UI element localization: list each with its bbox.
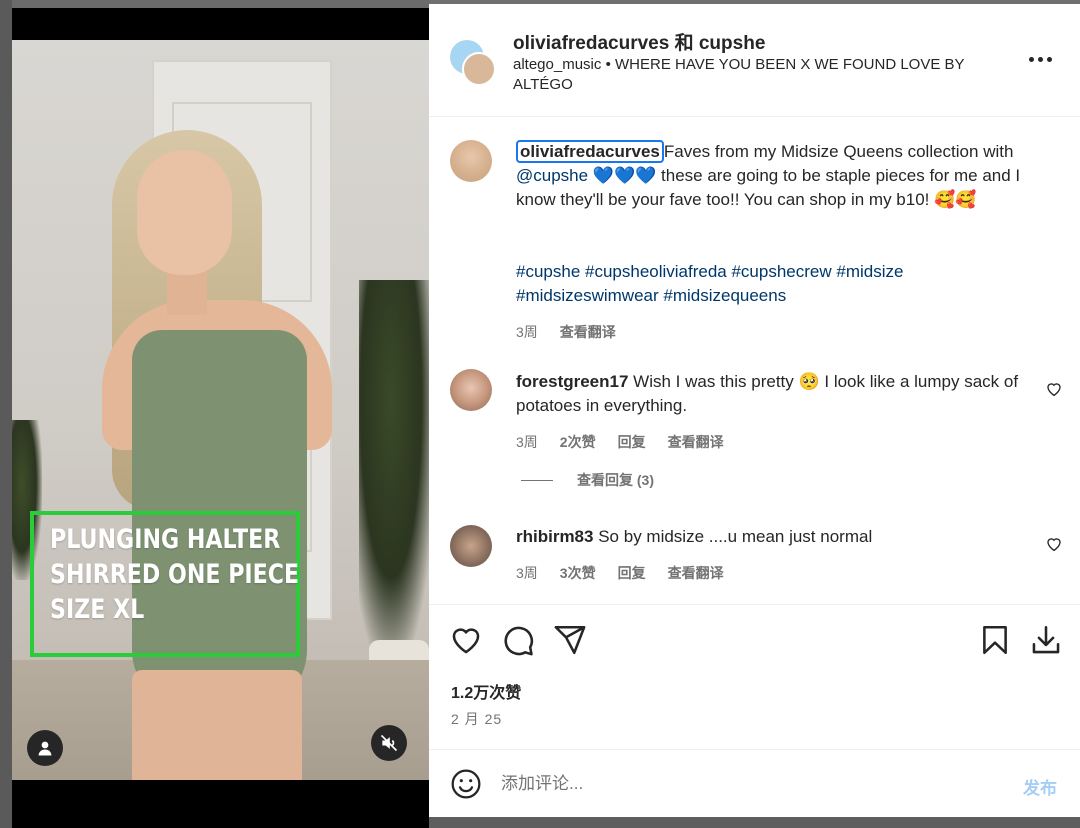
hashtags-line-2[interactable]: #midsizeswimwear #midsizequeens	[516, 284, 1036, 308]
mention-cupshe[interactable]: @cupshe	[516, 166, 588, 185]
comment-likes[interactable]: 3次赞	[560, 563, 596, 583]
audio-info[interactable]: altego_music • WHERE HAVE YOU BEEN X WE …	[513, 55, 1003, 95]
caption-body-1: Faves from my Midsize Queens collection …	[663, 142, 1014, 161]
comment-text: forestgreen17 Wish I was this pretty 🥺 I…	[516, 370, 1036, 418]
comment-icon[interactable]	[501, 623, 535, 657]
comment-translate[interactable]: 查看翻译	[668, 563, 724, 583]
mute-button[interactable]	[371, 725, 407, 761]
comment-reply[interactable]: 回复	[618, 432, 646, 452]
hashtags-line-1[interactable]: #cupshe #cupsheoliviafreda #cupshecrew #…	[516, 260, 1036, 284]
post-sidebar: oliviafredacurves 和 cupshe altego_music …	[429, 4, 1080, 817]
avatar-oliviafredacurves	[462, 52, 496, 86]
comment-likes[interactable]: 2次赞	[560, 432, 596, 452]
tagged-people-button[interactable]	[27, 730, 63, 766]
likes-count[interactable]: 1.2万次赞	[451, 679, 521, 703]
caption-hashtags: #cupshe #cupsheoliviafreda #cupshecrew #…	[516, 260, 1036, 308]
comment-time[interactable]: 3周	[516, 563, 538, 583]
heart-icon[interactable]	[1045, 535, 1063, 553]
video-overlay-text: PLUNGING HALTER SHIRRED ONE PIECE SIZE X…	[50, 522, 299, 627]
audio-user[interactable]: altego_music	[513, 56, 601, 73]
caption-hearts: 💙💙💙	[588, 166, 657, 185]
post-authors[interactable]: oliviafredacurves 和 cupshe	[513, 28, 765, 55]
caption-time[interactable]: 3周	[516, 322, 538, 342]
overlay-line-1: PLUNGING HALTER	[50, 524, 281, 555]
overlay-line-2: SHIRRED ONE PIECE	[50, 559, 300, 590]
caption-meta: 3周 查看翻译	[516, 322, 616, 342]
comment-text: rhibirm83 So by midsize ....u mean just …	[516, 525, 1036, 549]
collab-avatars[interactable]	[450, 40, 496, 86]
action-bar: 1.2万次赞 2 月 25	[429, 604, 1080, 749]
person-icon	[38, 741, 52, 756]
comment-translate[interactable]: 查看翻译	[668, 432, 724, 452]
video-frame	[0, 0, 429, 828]
comment-avatar[interactable]	[450, 369, 492, 411]
backdrop-bottom	[429, 817, 1080, 828]
comment-avatar[interactable]	[450, 525, 492, 567]
caption-username[interactable]: oliviafredacurves	[516, 140, 664, 163]
backdrop-top	[12, 0, 429, 8]
reel-video[interactable]	[12, 40, 429, 780]
overlay-line-3: SIZE XL	[50, 594, 145, 625]
comment-username[interactable]: rhibirm83	[516, 527, 593, 546]
emoji-icon[interactable]	[450, 768, 482, 800]
post-button[interactable]: 发布	[1023, 774, 1057, 799]
background-plant	[359, 280, 429, 680]
more-options-button[interactable]	[1029, 49, 1057, 69]
comment-meta: 3周 3次赞 回复 查看翻译	[516, 563, 724, 583]
caption-avatar[interactable]	[450, 140, 492, 182]
caption-text: oliviafredacurves Faves from my Midsize Q…	[516, 140, 1036, 212]
more-horizontal-icon	[1029, 56, 1034, 62]
separator-dot: •	[605, 56, 611, 73]
view-replies-button[interactable]: 查看回复 (3)	[521, 470, 654, 490]
backdrop-edge	[0, 0, 12, 828]
heart-icon[interactable]	[1045, 380, 1063, 398]
speaker-muted-icon	[380, 734, 398, 752]
comment-meta: 3周 2次赞 回复 查看翻译	[516, 432, 724, 452]
comment-time[interactable]: 3周	[516, 432, 538, 452]
comment-input[interactable]	[501, 770, 961, 798]
comments-section: oliviafredacurves Faves from my Midsize Q…	[429, 118, 1080, 604]
heart-icon[interactable]	[449, 623, 483, 657]
download-icon[interactable]	[1029, 623, 1063, 657]
send-icon[interactable]	[553, 623, 587, 657]
comment-reply[interactable]: 回复	[618, 563, 646, 583]
comment-username[interactable]: forestgreen17	[516, 372, 628, 391]
view-replies-label[interactable]: 查看回复 (3)	[577, 470, 654, 490]
replies-line	[521, 479, 553, 481]
caption-translate[interactable]: 查看翻译	[560, 322, 616, 342]
add-comment-bar: 发布	[429, 749, 1080, 817]
comment-body: So by midsize ....u mean just normal	[598, 527, 873, 546]
bookmark-icon[interactable]	[978, 623, 1012, 657]
post-date: 2 月 25	[451, 711, 503, 727]
post-header: oliviafredacurves 和 cupshe altego_music …	[429, 4, 1080, 117]
model-figure	[97, 130, 357, 780]
